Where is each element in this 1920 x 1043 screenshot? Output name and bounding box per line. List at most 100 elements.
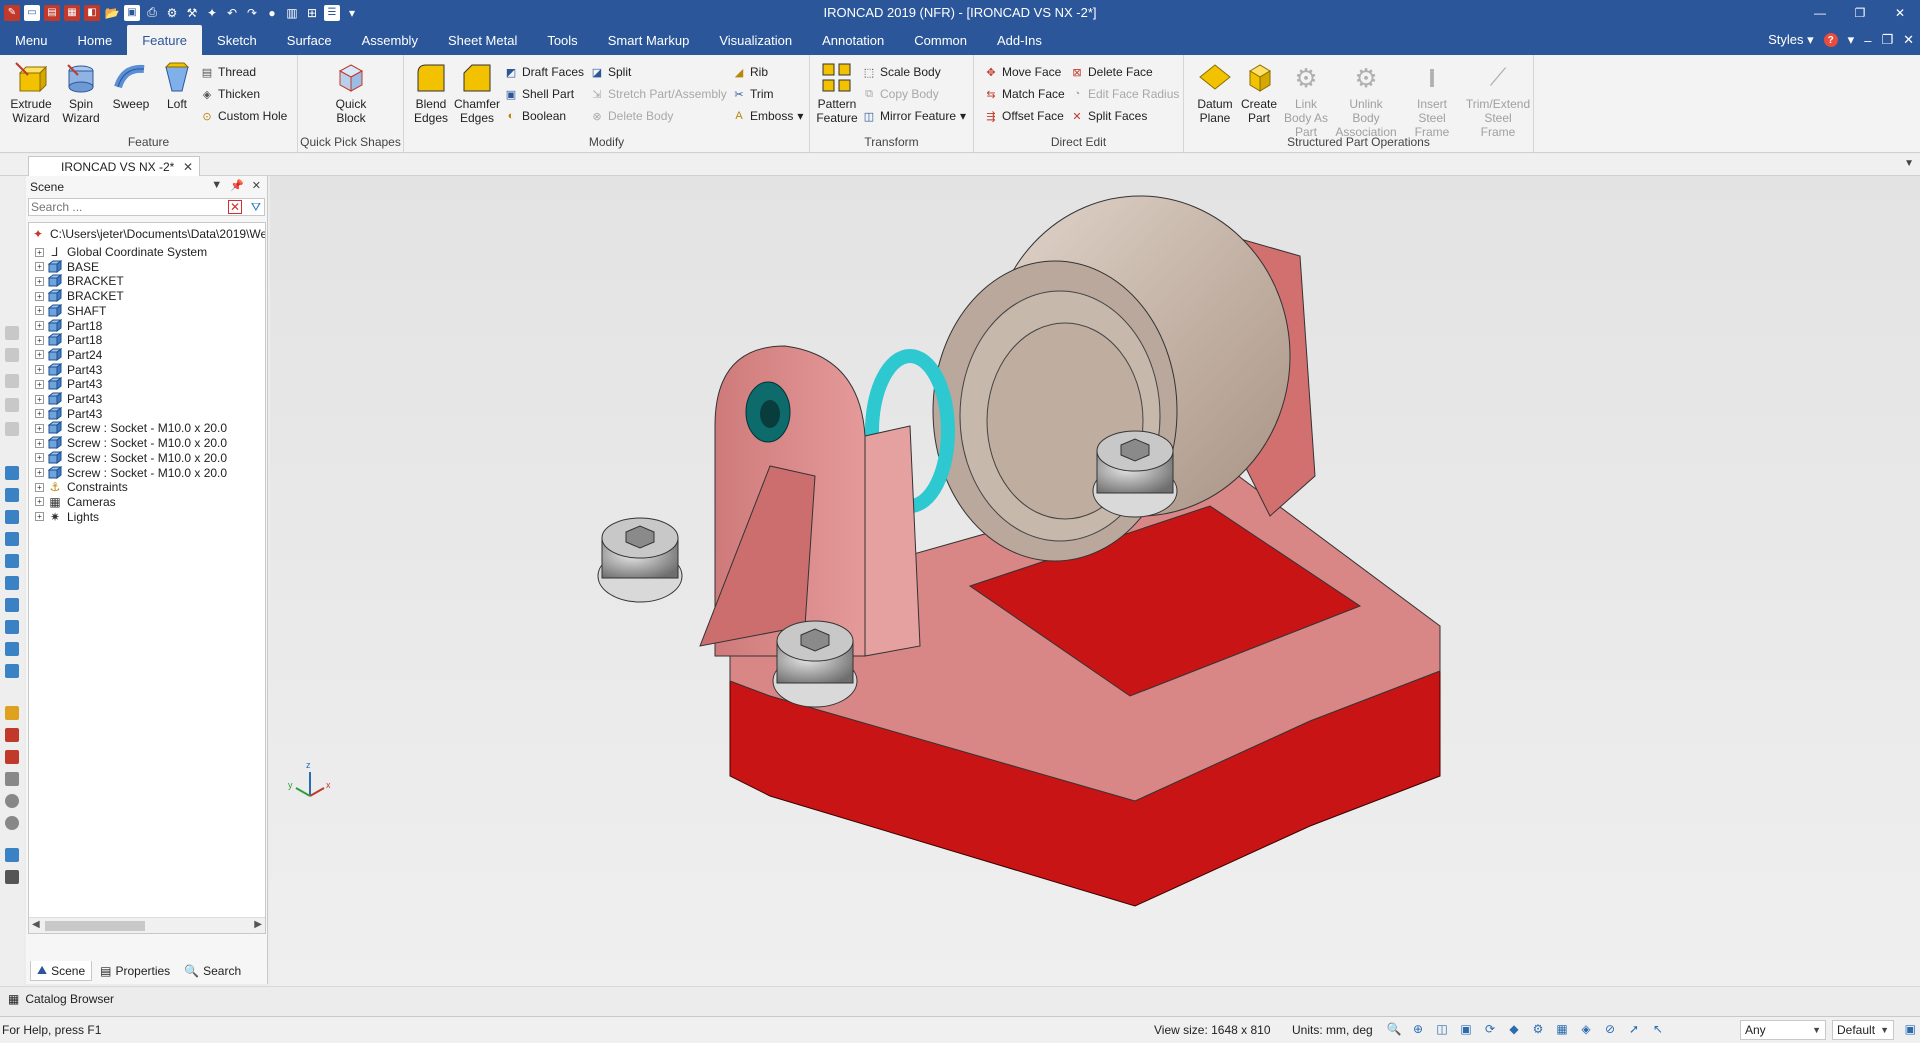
scene-browser-icon[interactable]: ▥ [284, 5, 300, 21]
panel-dropdown-icon[interactable]: ▼ [211, 179, 222, 192]
standard-view-icon[interactable]: ▣ [1458, 1021, 1474, 1037]
scroll-right-icon[interactable]: ▶ [254, 919, 262, 930]
options-icon[interactable]: ⚒ [184, 5, 200, 21]
mirror-feature-button[interactable]: ◫ Mirror Feature ▾ [862, 107, 966, 125]
style-dropdown[interactable]: Default ▼ [1832, 1020, 1894, 1040]
restore-icon[interactable]: ❐ [1840, 0, 1880, 25]
tab-annotation[interactable]: Annotation [807, 25, 899, 55]
close-icon[interactable]: ✕ [1880, 0, 1920, 25]
datum-plane-button[interactable]: Datum Plane [1192, 61, 1238, 125]
tab-tools[interactable]: Tools [532, 25, 592, 55]
expand-icon[interactable]: + [35, 350, 44, 360]
tab-list-chevron-icon[interactable]: ▼ [1904, 158, 1914, 169]
tool-21-icon[interactable] [5, 816, 19, 830]
tool-14-icon[interactable] [5, 642, 19, 656]
trim-extend-steel-button[interactable]: ⟋ Trim/Extend Steel Frame [1466, 61, 1530, 140]
tool-8-icon[interactable] [5, 510, 19, 524]
tool-7-icon[interactable] [5, 488, 19, 502]
draft-faces-button[interactable]: ◩ Draft Faces [504, 63, 584, 81]
undo-icon[interactable]: ↶ [224, 5, 240, 21]
panel-tab-properties[interactable]: ▤ Properties [94, 961, 176, 981]
move-face-button[interactable]: ✥ Move Face [984, 63, 1061, 81]
catalog-browser-bar[interactable]: ▦ Catalog Browser [0, 986, 1920, 1010]
tab-menu[interactable]: Menu [0, 25, 63, 55]
tool-17-icon[interactable] [5, 728, 19, 742]
quick-block-button[interactable]: Quick Block [328, 61, 374, 125]
tab-surface[interactable]: Surface [272, 25, 347, 55]
pin-icon[interactable]: 📌 [230, 179, 244, 192]
tool-20-icon[interactable] [5, 794, 19, 808]
offset-face-button[interactable]: ⇶ Offset Face [984, 107, 1063, 125]
rib-button[interactable]: ◢ Rib [732, 63, 768, 81]
expand-icon[interactable]: + [35, 497, 44, 507]
tab-sheet-metal[interactable]: Sheet Metal [433, 25, 532, 55]
delete-face-button[interactable]: ⊠ Delete Face [1070, 63, 1152, 81]
loft-button[interactable]: Loft [154, 61, 200, 111]
selection-filter-dropdown[interactable]: Any ▼ [1740, 1020, 1826, 1040]
status-network-icon[interactable]: ▣ [1905, 1022, 1916, 1036]
tool-23-icon[interactable] [5, 870, 19, 884]
tab-sketch[interactable]: Sketch [202, 25, 272, 55]
edit-face-radius-button[interactable]: ◔ Edit Face Radius [1070, 85, 1180, 103]
expand-icon[interactable]: + [35, 306, 44, 316]
render-icon[interactable]: ● [264, 5, 280, 21]
clear-search-icon[interactable]: ✕ [228, 200, 242, 214]
create-part-button[interactable]: Create Part [1236, 61, 1282, 125]
tool-22-icon[interactable] [5, 848, 19, 862]
layout-view-icon[interactable]: ▦ [1554, 1021, 1570, 1037]
boolean-button[interactable]: ◐ Boolean [504, 107, 566, 125]
new-drawing-icon[interactable]: ▦ [64, 4, 80, 21]
tool-9-icon[interactable] [5, 532, 19, 546]
panel-close-icon[interactable]: ✕ [252, 179, 261, 192]
tool-3-icon[interactable] [5, 374, 19, 388]
tree-horizontal-scrollbar[interactable]: ◀ ▶ [29, 917, 265, 933]
delete-body-button[interactable]: ⊗ Delete Body [590, 107, 673, 125]
expand-icon[interactable]: + [35, 262, 44, 272]
tab-smart-markup[interactable]: Smart Markup [593, 25, 705, 55]
tool-1-icon[interactable] [5, 326, 19, 340]
help-dropdown-icon[interactable]: ▾ [1848, 32, 1855, 48]
tab-visualization[interactable]: Visualization [704, 25, 807, 55]
expand-icon[interactable]: + [35, 468, 44, 477]
blend-edges-button[interactable]: Blend Edges [408, 61, 454, 125]
tool-4-icon[interactable] [5, 398, 19, 412]
3d-viewport[interactable]: z x y [270, 176, 1920, 986]
expand-icon[interactable]: + [35, 482, 44, 492]
app-logo-icon[interactable]: ✎ [4, 4, 20, 21]
new-icon[interactable]: ▭ [24, 4, 40, 21]
scene-search-input[interactable] [29, 199, 225, 215]
print-icon[interactable]: ⎙ [144, 5, 160, 21]
tab-add-ins[interactable]: Add-Ins [982, 25, 1057, 55]
split-button[interactable]: ◪ Split [590, 63, 632, 81]
link-body-button[interactable]: ⚙ Link Body As Part [1280, 61, 1332, 139]
expand-icon[interactable]: + [35, 512, 44, 522]
tab-common[interactable]: Common [899, 25, 982, 55]
sweep-button[interactable]: Sweep [108, 61, 154, 111]
select-arrow-icon[interactable]: ➚ [1626, 1021, 1642, 1037]
minimize-icon[interactable]: — [1800, 0, 1840, 25]
styles-menu[interactable]: Styles ▾ [1768, 32, 1814, 48]
scroll-left-icon[interactable]: ◀ [32, 919, 40, 930]
tool-18-icon[interactable] [5, 750, 19, 764]
shell-part-button[interactable]: ▣ Shell Part [504, 85, 574, 103]
expand-icon[interactable]: + [35, 394, 44, 404]
insert-steel-frame-button[interactable]: I Insert Steel Frame [1402, 61, 1462, 139]
tree-item[interactable]: + ✷ Lights [35, 508, 99, 526]
new-part-icon[interactable]: ◧ [84, 4, 100, 21]
doc-restore-icon[interactable]: ❐ [1881, 32, 1893, 48]
zoom-fit-icon[interactable]: ⊕ [1410, 1021, 1426, 1037]
expand-icon[interactable]: + [35, 291, 44, 301]
panel-tab-search[interactable]: 🔍 Search [178, 961, 247, 981]
expand-icon[interactable]: + [35, 409, 44, 419]
match-face-button[interactable]: ⇆ Match Face [984, 85, 1064, 103]
help-icon[interactable]: ? [1823, 33, 1838, 47]
new-scene-icon[interactable]: ▤ [44, 4, 60, 21]
stretch-part-button[interactable]: ⇲ Stretch Part/Assembly [590, 85, 726, 103]
doc-close-icon[interactable]: ✕ [1903, 32, 1914, 48]
emboss-button[interactable]: A Emboss ▾ [732, 107, 803, 125]
tab-home[interactable]: Home [63, 25, 128, 55]
expand-icon[interactable]: + [35, 276, 44, 286]
expand-icon[interactable]: + [35, 335, 44, 345]
tool-19-icon[interactable] [5, 772, 19, 786]
tool-15-icon[interactable] [5, 664, 19, 678]
